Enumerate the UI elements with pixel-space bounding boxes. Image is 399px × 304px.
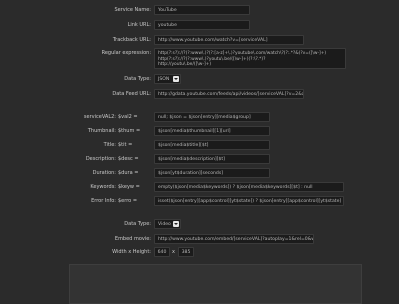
data-feed-url-label: Data Feed URL: [112,91,151,97]
data-feed-url-row: Data Feed URL: http://gdata.youtube.com/… [0,89,399,103]
field-input[interactable]: $json[media$title][$t] [154,140,270,150]
field-row: serviceVAL2: $val2 = null; $json = $json… [0,112,399,126]
field-input[interactable]: $json[media$description][$t] [154,154,270,164]
field-row: Error Info: $erro = isset($json[entry][a… [0,196,399,210]
width-input[interactable]: 640 [154,247,170,257]
size-row: Width x Height: 640 x 385 [0,247,399,261]
field-input[interactable]: null; $json = $json[entry][media$group] [154,112,270,122]
field-var: $erro = [118,198,138,204]
field-var: $thum = [118,128,141,134]
field-row: Keywords: $keyw = empty($json[media$keyw… [0,182,399,196]
link-url-row: Link URL: youtube [0,20,399,34]
field-var: $dura = [118,170,139,176]
regex-line: http(?:s?)://?(?:www\.)?(?:[a-z]+\.)?you… [158,51,327,56]
field-label: Title: [103,142,116,148]
field-input[interactable]: $json[media$thumbnail][1][url] [154,126,270,136]
chevron-down-icon [173,221,179,227]
embed-movie-label: Embed movie: [114,236,151,242]
field-var: $tit = [118,142,133,148]
regex-line: http://youtu\.be/([\w-]+) [158,62,212,67]
regex-row: Regular expression: http(?:s?)://?(?:www… [0,48,399,70]
field-input[interactable]: empty($json[media$keywords]) ? $json[med… [154,182,344,192]
field-row: Duration: $dura = $json[yt$duration][sec… [0,168,399,182]
regex-label: Regular expression: [101,50,151,56]
preview-area [69,264,362,304]
data-type-value: JSON [158,77,170,82]
field-row: Title: $tit = $json[media$title][$t] [0,140,399,154]
data-type-value: Video [158,222,171,227]
field-label: Description: [85,156,116,162]
service-form: Service Name: YouTube Link URL: youtube … [0,0,399,304]
field-label: serviceVAL2: [83,114,116,120]
link-url-input[interactable]: youtube [154,20,250,30]
service-name-label: Service Name: [114,7,151,13]
trackback-url-input[interactable]: http://www.youtube.com/watch?v=[serviceV… [154,35,304,45]
data-type-row-2: Data Type: Video [0,219,399,233]
data-feed-url-input[interactable]: http://gdata.youtube.com/feeds/api/video… [154,89,304,99]
field-label: Thumbnail: [87,128,116,134]
data-type-select[interactable]: Video [154,219,181,229]
link-url-label: Link URL: [127,22,151,28]
chevron-down-icon [173,76,179,82]
trackback-url-label: Trackback URL: [112,37,151,43]
field-var: $keyw = [118,184,140,190]
data-type-label: Data Type: [124,76,151,82]
size-separator: x [172,249,175,255]
height-input[interactable]: 385 [178,247,194,257]
field-row: Thumbnail: $thum = $json[media$thumbnail… [0,126,399,140]
field-var: $desc = [118,156,139,162]
data-type-label: Data Type: [124,221,151,227]
service-name-input[interactable]: YouTube [154,5,250,15]
service-name-row: Service Name: YouTube [0,5,399,19]
field-var: $val2 = [118,114,138,120]
embed-movie-input[interactable]: http://www.youtube.com/embed/[serviceVAL… [154,234,314,244]
data-type-row-1: Data Type: JSON [0,74,399,88]
field-label: Error Info: [91,198,116,204]
embed-movie-row: Embed movie: http://www.youtube.com/embe… [0,234,399,248]
regex-textarea[interactable]: http(?:s?)://?(?:www\.)?(?:[a-z]+\.)?you… [154,48,346,69]
field-label: Keywords: [90,184,116,190]
data-type-select[interactable]: JSON [154,74,181,84]
trackback-url-row: Trackback URL: http://www.youtube.com/wa… [0,35,399,49]
field-row: Description: $desc = $json[media$descrip… [0,154,399,168]
field-input[interactable]: $json[yt$duration][seconds] [154,168,270,178]
size-label: Width x Height: [112,249,151,255]
field-label: Duration: [92,170,116,176]
field-input[interactable]: isset($json[entry][app$control][yt$state… [154,196,344,206]
